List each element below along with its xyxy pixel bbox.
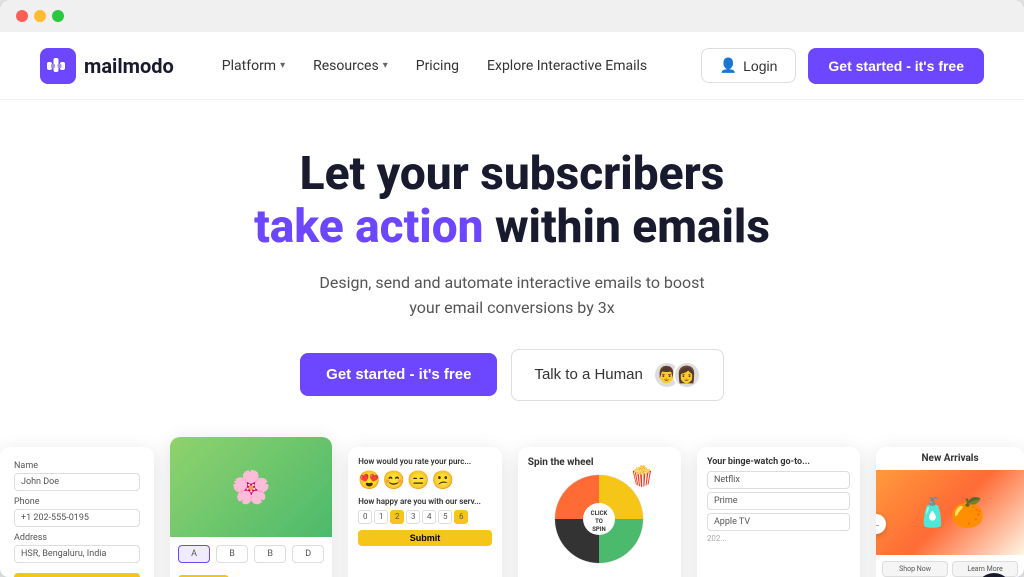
streaming-title: Your binge-watch go-to... xyxy=(707,457,850,467)
numbers-rating: 0 1 2 3 4 5 6 xyxy=(358,510,492,524)
hero-headline: Let your subscribers take action within … xyxy=(40,148,984,254)
card-image: 🌸 xyxy=(170,437,332,537)
phone-label: Phone xyxy=(14,497,140,507)
emoji-rating: 😍 😊 😑 😕 xyxy=(358,470,492,491)
form-submit-button[interactable]: Submit xyxy=(14,573,140,577)
logo-icon xyxy=(40,48,76,84)
get-started-button[interactable]: Get started - it's free xyxy=(808,48,984,84)
chevron-down-icon: ▾ xyxy=(280,60,285,71)
rating-card: How would you rate your purc... 😍 😊 😑 😕 … xyxy=(348,447,502,577)
num-4[interactable]: 4 xyxy=(422,510,436,524)
chevron-down-icon: ▾ xyxy=(383,60,388,71)
emoji-3[interactable]: 😑 xyxy=(407,470,429,491)
user-icon: 👤 xyxy=(720,57,737,74)
logo-text: mailmodo xyxy=(84,54,174,78)
flower-icon: 🌸 xyxy=(231,468,271,506)
minimize-button[interactable] xyxy=(34,10,46,22)
svg-text:TO: TO xyxy=(595,518,603,525)
product-icon: 🧴🍊 xyxy=(915,496,985,529)
emoji-2[interactable]: 😊 xyxy=(383,470,405,491)
streaming-netflix[interactable]: Netflix xyxy=(707,471,850,489)
option-a[interactable]: A xyxy=(178,545,210,563)
avatar-group: 👨 👩 xyxy=(653,361,701,389)
num-0[interactable]: 0 xyxy=(358,510,372,524)
emoji-4[interactable]: 😕 xyxy=(431,470,453,491)
num-1[interactable]: 1 xyxy=(374,510,388,524)
maximize-button[interactable] xyxy=(52,10,64,22)
avatar: 👩 xyxy=(673,361,701,389)
nav-actions: 👤 Login Get started - it's free xyxy=(701,48,984,84)
streaming-prime[interactable]: Prime xyxy=(707,492,850,510)
address-label: Address xyxy=(14,533,140,543)
navbar: mailmodo Platform ▾ Resources ▾ Pricing … xyxy=(0,32,1024,100)
close-button[interactable] xyxy=(16,10,28,22)
nav-platform[interactable]: Platform ▾ xyxy=(222,58,285,74)
traffic-lights xyxy=(16,10,64,22)
address-input[interactable]: HSR, Bengaluru, India xyxy=(14,545,140,563)
wheel-wrapper: 🍿 CLICK TO SPIN xyxy=(554,474,644,568)
hero-subheadline: Design, send and automate interactive em… xyxy=(302,270,722,321)
options-row: A B B D xyxy=(170,537,332,571)
browser-window: mailmodo Platform ▾ Resources ▾ Pricing … xyxy=(0,0,1024,577)
logo[interactable]: mailmodo xyxy=(40,48,174,84)
popcorn-icon: 🍿 xyxy=(629,464,654,488)
emoji-1[interactable]: 😍 xyxy=(358,470,380,491)
form-card: Name John Doe Phone +1 202-555-0195 Addr… xyxy=(0,447,154,577)
arrivals-image: 🧴🍊 xyxy=(876,470,1024,555)
nav-explore[interactable]: Explore Interactive Emails xyxy=(487,58,647,74)
rating-question-1: How would you rate your purc... xyxy=(358,457,492,466)
svg-text:SPIN: SPIN xyxy=(593,526,607,533)
talk-to-human-button[interactable]: Talk to a Human 👨 👩 xyxy=(511,349,723,401)
browser-titlebar xyxy=(0,0,1024,32)
rating-row-1: How would you rate your purc... xyxy=(358,457,492,466)
name-label: Name xyxy=(14,461,140,471)
hero-section: Let your subscribers take action within … xyxy=(0,100,1024,401)
num-2[interactable]: 2 xyxy=(390,510,404,524)
svg-text:CLICK: CLICK xyxy=(591,510,608,517)
login-button[interactable]: 👤 Login xyxy=(701,48,797,83)
new-arrivals-card: New Arrivals 🧴🍊 Shop Now Learn More ← xyxy=(876,447,1024,577)
phone-field: Phone +1 202-555-0195 xyxy=(14,497,140,527)
browser-content: mailmodo Platform ▾ Resources ▾ Pricing … xyxy=(0,32,1024,577)
option-c[interactable]: B xyxy=(254,545,286,563)
arr-btn-1[interactable]: Shop Now xyxy=(882,561,948,577)
num-6[interactable]: 6 xyxy=(454,510,468,524)
rating-submit-button[interactable]: Submit xyxy=(358,530,492,546)
option-b[interactable]: B xyxy=(216,545,248,563)
new-arrivals-title: New Arrivals xyxy=(876,447,1024,470)
streaming-card: Your binge-watch go-to... Netflix Prime … xyxy=(697,447,860,577)
image-options-card: 🌸 A B B D Next → xyxy=(170,437,332,577)
streaming-appletv[interactable]: Apple TV xyxy=(707,513,850,531)
wheel-container: 🍿 CLICK TO SPIN xyxy=(528,474,671,568)
streaming-date: 202... xyxy=(707,534,850,543)
num-5[interactable]: 5 xyxy=(438,510,452,524)
spin-wheel-card: Spin the wheel 🍿 CLICK xyxy=(518,447,681,577)
rating-question-2: How happy are you with our serv... xyxy=(358,497,492,506)
option-d[interactable]: D xyxy=(292,545,324,563)
hero-cta-button[interactable]: Get started - it's free xyxy=(300,353,497,396)
hero-buttons: Get started - it's free Talk to a Human … xyxy=(40,349,984,401)
address-field: Address HSR, Bengaluru, India xyxy=(14,533,140,563)
name-field: Name John Doe xyxy=(14,461,140,491)
nav-pricing[interactable]: Pricing xyxy=(416,58,459,74)
cards-section: Name John Doe Phone +1 202-555-0195 Addr… xyxy=(0,437,1024,577)
nav-links: Platform ▾ Resources ▾ Pricing Explore I… xyxy=(222,58,701,74)
name-input[interactable]: John Doe xyxy=(14,473,140,491)
phone-input[interactable]: +1 202-555-0195 xyxy=(14,509,140,527)
nav-resources[interactable]: Resources ▾ xyxy=(313,58,388,74)
arrivals-buttons: Shop Now Learn More xyxy=(876,555,1024,577)
num-3[interactable]: 3 xyxy=(406,510,420,524)
